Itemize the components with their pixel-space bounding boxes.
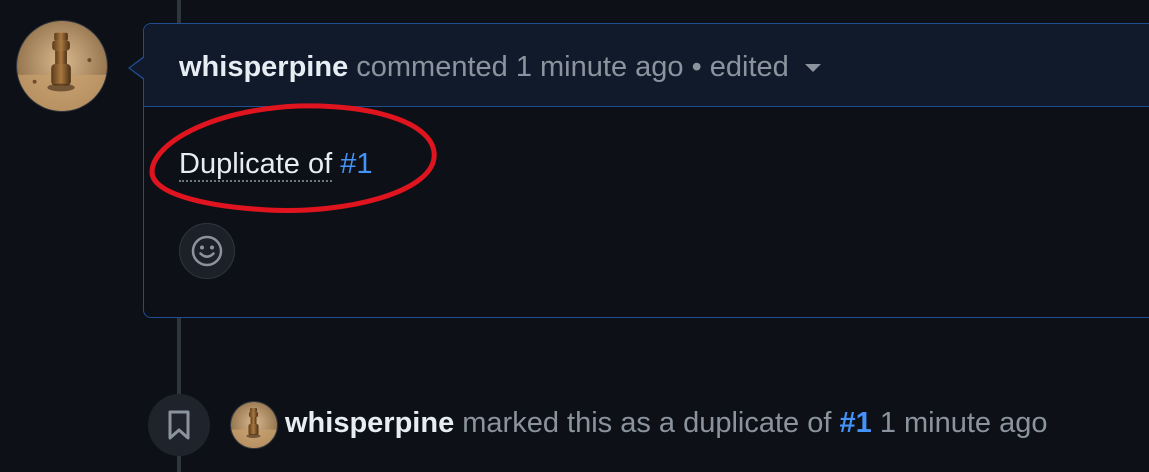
comment-header-line: whisperpine commented 1 minute ago • edi… [179, 50, 821, 84]
event-avatar[interactable] [230, 401, 278, 449]
comment-author-link[interactable]: whisperpine [179, 51, 348, 83]
issue-link[interactable]: #1 [340, 148, 372, 180]
event-time[interactable]: 1 minute ago [880, 407, 1048, 439]
avatar-image [17, 21, 107, 111]
bookmark-icon [168, 410, 190, 440]
smiley-icon [191, 235, 223, 267]
comment-pointer-fill [130, 57, 145, 79]
duplicate-text: Duplicate of [179, 148, 333, 182]
event-avatar-image [231, 402, 277, 448]
timeline: whisperpine commented 1 minute ago • edi… [0, 0, 1149, 472]
comment-separator: • [691, 51, 702, 83]
avatar[interactable] [16, 20, 108, 112]
comment-card: whisperpine commented 1 minute ago • edi… [143, 23, 1149, 318]
add-reaction-button[interactable] [179, 223, 235, 279]
event-author-link[interactable]: whisperpine [285, 407, 454, 439]
event-description: whisperpine marked this as a duplicate o… [285, 406, 1047, 440]
event-badge [148, 394, 210, 456]
caret-down-icon [804, 64, 821, 73]
comment-body: Duplicate of #1 [179, 147, 372, 182]
comment-header: whisperpine commented 1 minute ago • edi… [144, 24, 1149, 107]
edited-dropdown[interactable]: edited [710, 51, 821, 83]
event-action: marked this as a duplicate of [462, 407, 832, 439]
comment-action: commented [356, 51, 508, 83]
comment-time[interactable]: 1 minute ago [516, 51, 684, 83]
edited-label: edited [709, 51, 789, 83]
event-issue-link[interactable]: #1 [839, 407, 871, 439]
